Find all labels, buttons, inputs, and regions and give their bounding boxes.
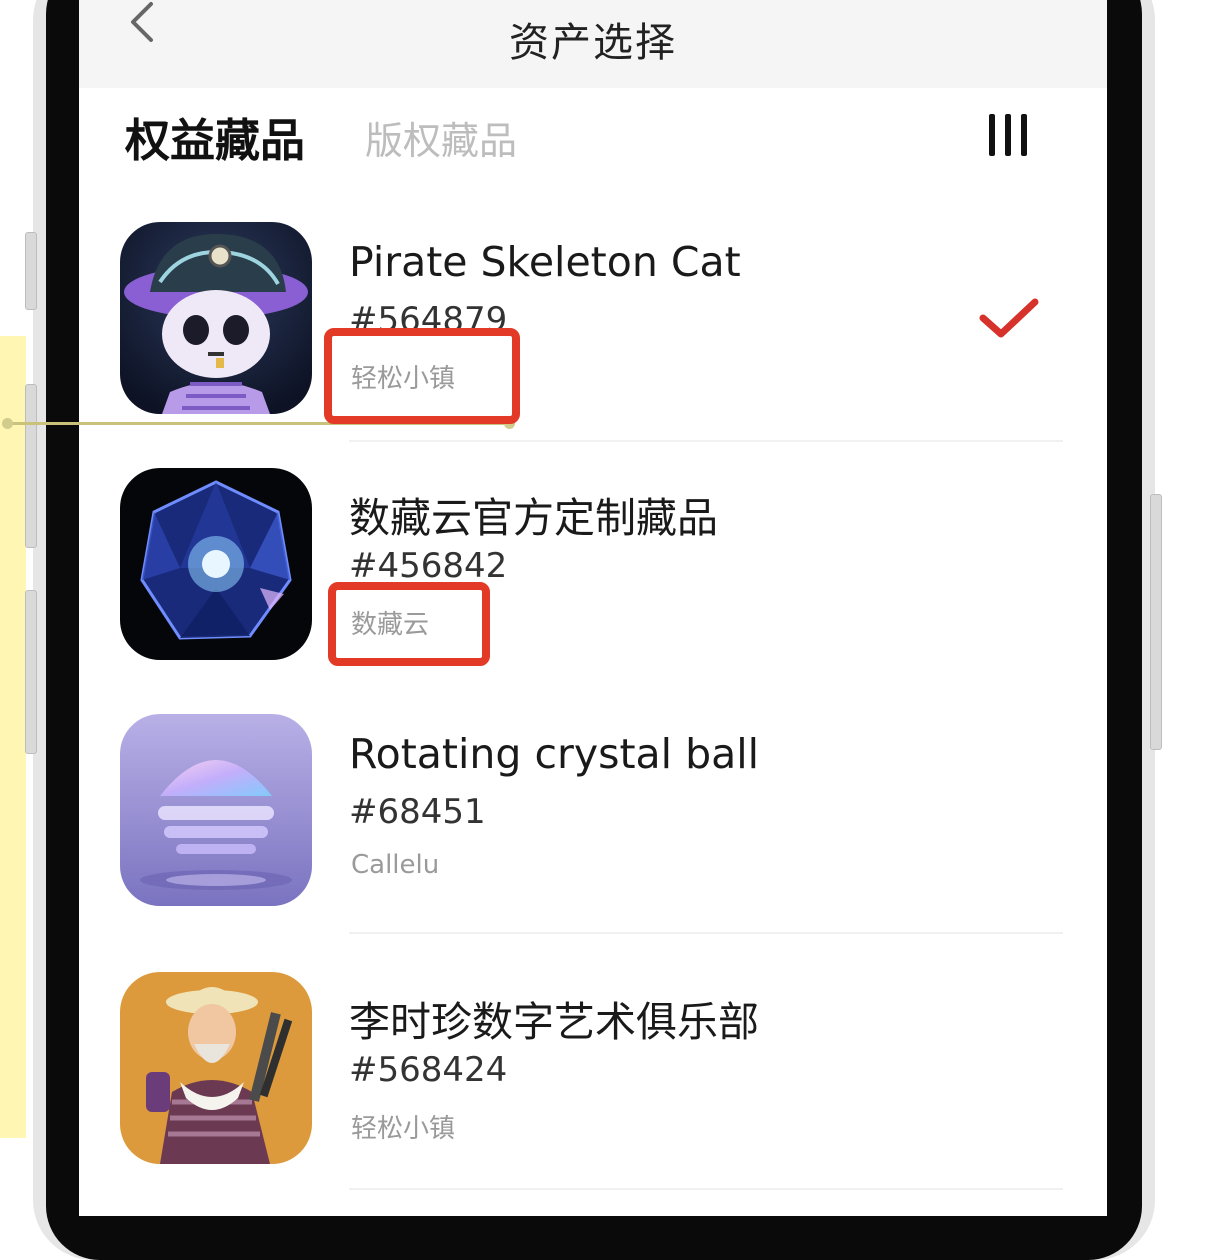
side-button-right [1150,494,1162,750]
divider [349,1188,1063,1190]
divider [349,932,1063,934]
herbalist-portrait-image [120,972,312,1164]
item-name: Rotating crystal ball [349,730,760,778]
annotation-highlight-box [324,328,520,424]
checkmark-icon [979,296,1039,340]
side-button-left-1 [25,232,37,310]
tab-rights-collectibles[interactable]: 权益藏品 [125,104,305,169]
item-name: 数藏云官方定制藏品 [349,494,718,542]
item-id: #568424 [349,1050,508,1090]
side-button-left-3 [25,590,37,754]
list-item[interactable]: 李时珍数字艺术俱乐部 #568424 轻松小镇 [79,972,1107,1216]
app-screen: 资产选择 权益藏品 版权藏品 Pirate Skeleton Cat #5648… [79,0,1107,1216]
item-issuer: Callelu [351,850,440,880]
item-name: Pirate Skeleton Cat [349,238,741,286]
item-name: 李时珍数字艺术俱乐部 [349,998,759,1046]
nav-bar: 资产选择 [79,0,1107,88]
annotation-dot-left [2,418,13,429]
side-button-left-2 [25,384,37,548]
list-item[interactable]: 数藏云官方定制藏品 #456842 数藏云 [79,468,1107,714]
skeleton-cat-image [120,222,312,414]
divider [349,440,1063,442]
item-issuer: 轻松小镇 [351,1114,456,1144]
list-item[interactable]: Pirate Skeleton Cat #564879 轻松小镇 [79,222,1107,468]
menu-bars-icon[interactable] [989,114,1027,156]
annotation-highlight-box [328,582,490,666]
list-item[interactable]: Rotating crystal ball #68451 Callelu [79,714,1107,960]
tab-copyright-collectibles[interactable]: 版权藏品 [365,110,517,165]
page-title: 资产选择 [509,20,677,66]
crystal-gem-image [120,468,312,660]
item-id: #68451 [349,792,486,832]
crystal-ball-image [120,714,312,906]
sticky-note [0,336,26,1138]
item-id: #456842 [349,546,508,586]
